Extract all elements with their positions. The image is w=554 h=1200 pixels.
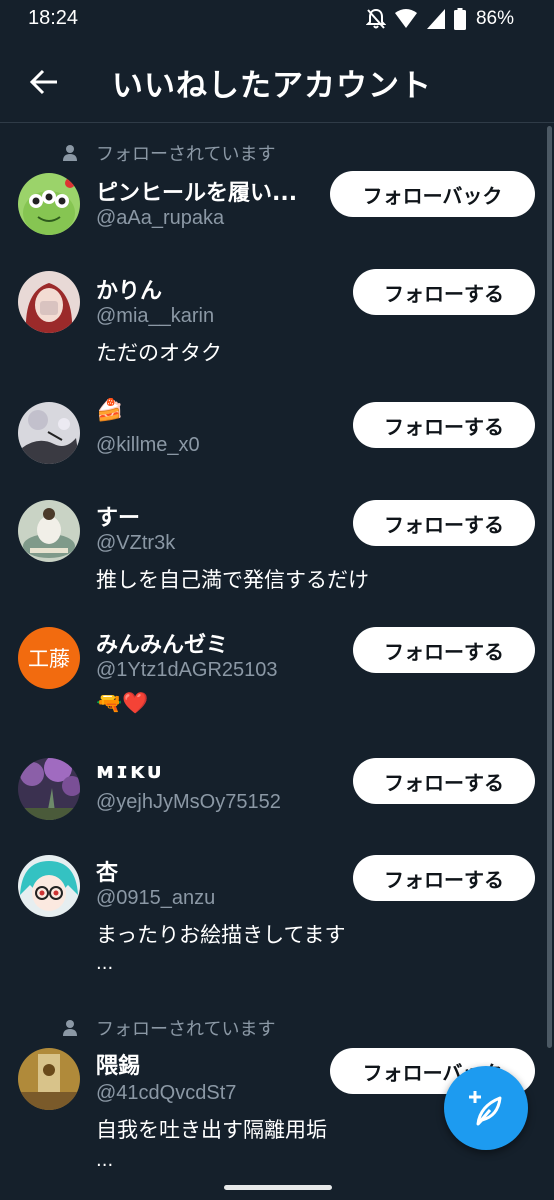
avatar[interactable] [18, 500, 80, 562]
user-bio: 🔫❤️ [96, 691, 149, 715]
person-icon [63, 1020, 77, 1036]
avatar[interactable] [18, 271, 80, 333]
user-bio: 推しを自己満で発信するだけ [96, 568, 369, 592]
user-name: 杏 [96, 861, 119, 886]
avatar[interactable]: 工藤 [18, 627, 80, 689]
user-name: かりん [96, 279, 163, 304]
avatar[interactable] [18, 402, 80, 464]
avatar[interactable] [18, 855, 80, 917]
user-bio: ただのオタク [96, 341, 222, 365]
user-row[interactable]: 🍰 @killme_x0 フォローする [0, 388, 554, 488]
signal-icon [426, 9, 445, 29]
user-name: 🍰 [96, 398, 124, 423]
user-handle: @41cdQvcdSt7 [96, 1082, 237, 1104]
user-row[interactable]: すー @VZtr3k 推しを自己満で発信するだけ フォローする [0, 488, 554, 615]
user-bio: 自我を吐き出す隔離用垢 [96, 1118, 327, 1142]
user-name: すー [96, 506, 141, 531]
wifi-icon [394, 9, 417, 28]
user-name: ピンヒールを履い... [96, 181, 298, 206]
user-handle: @1Ytz1dAGR25103 [96, 659, 278, 681]
follow-button[interactable]: フォローする [353, 269, 535, 315]
user-bio: まったりお絵描きしてます [96, 923, 346, 947]
compose-tweet-icon [469, 1091, 502, 1126]
follows-you-label: フォローされています [62, 141, 275, 165]
back-button[interactable] [24, 62, 64, 102]
user-bio-more: ... [96, 953, 114, 974]
follow-button[interactable]: フォローする [353, 500, 535, 546]
avatar[interactable] [18, 173, 80, 235]
user-handle: @mia__karin [96, 305, 215, 327]
user-row[interactable]: 杏 @0915_anzu まったりお絵描きしてます ... フォローする [0, 843, 554, 1008]
user-name: みんみんゼミ [96, 633, 229, 658]
avatar-text: 工藤 [28, 647, 70, 671]
scrollbar[interactable] [547, 126, 552, 1048]
avatar[interactable] [18, 758, 80, 820]
user-bio-more: ... [96, 1150, 114, 1171]
follow-button[interactable]: フォローする [353, 855, 535, 901]
follow-button[interactable]: フォローする [353, 758, 535, 804]
avatar[interactable] [18, 1048, 80, 1110]
status-bar: 18:24 86% [0, 0, 554, 40]
user-handle: @VZtr3k [96, 532, 176, 554]
follows-you-text: フォローされています [96, 144, 276, 165]
battery-icon [453, 8, 466, 30]
user-name: ᴍɪᴋᴜ [96, 759, 163, 784]
follow-button[interactable]: フォローする [353, 402, 535, 448]
app-header: いいねしたアカウント [0, 40, 554, 122]
status-time: 18:24 [28, 7, 79, 29]
follows-you-text: フォローされています [96, 1019, 276, 1040]
battery-percent: 86% [475, 8, 514, 29]
follow-back-button[interactable]: フォローバック [330, 171, 535, 217]
user-handle: @0915_anzu [96, 887, 216, 909]
user-handle: @killme_x0 [96, 434, 200, 456]
follow-button[interactable]: フォローする [353, 627, 535, 673]
user-list: フォローされています ピンヒールを履い... @aAa_rupaka フォローバ… [0, 123, 554, 1200]
user-handle: @yejhJyMsOy75152 [96, 791, 281, 813]
compose-tweet-button[interactable] [444, 1066, 528, 1150]
user-row[interactable]: かりん @mia__karin ただのオタク フォローする [0, 251, 554, 388]
page-title: いいねしたアカウント [112, 68, 432, 104]
user-handle: @aAa_rupaka [96, 207, 225, 229]
user-row[interactable]: フォローされています ピンヒールを履い... @aAa_rupaka フォローバ… [0, 123, 554, 251]
home-indicator[interactable] [224, 1185, 332, 1190]
arrow-left-icon [29, 69, 57, 95]
status-icons: 86% [365, 7, 514, 31]
follows-you-label: フォローされています [62, 1016, 275, 1040]
bell-off-icon [365, 8, 386, 29]
user-row[interactable]: 工藤 みんみんゼミ @1Ytz1dAGR25103 🔫❤️ フォローする [0, 615, 554, 743]
user-name: 隈錫 [96, 1054, 141, 1079]
person-icon [63, 145, 77, 161]
user-row[interactable]: ᴍɪᴋᴜ @yejhJyMsOy75152 フォローする [0, 743, 554, 843]
